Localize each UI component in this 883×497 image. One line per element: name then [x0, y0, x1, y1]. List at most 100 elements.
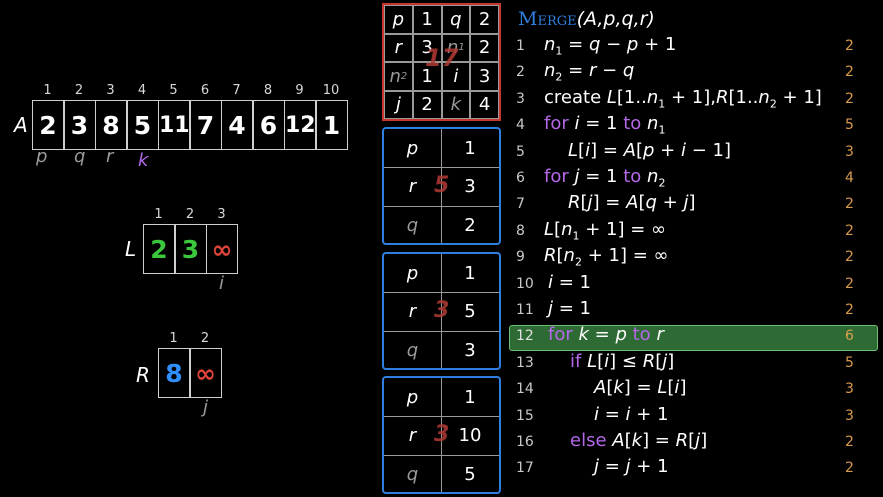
a-cell: 3 — [63, 100, 96, 150]
a-index: 9 — [295, 83, 304, 98]
code-line: 7 R[j] = A[q + j] 2 — [514, 191, 883, 217]
pointer-i: i — [219, 273, 225, 294]
line-number: 15 — [516, 407, 534, 424]
line-cost: 6 — [845, 328, 854, 345]
code-text: for k = p to r — [548, 324, 664, 346]
code-text: L[n1 + 1] = ∞ — [544, 218, 667, 243]
line-number: 11 — [516, 302, 534, 318]
a-index: 10 — [322, 83, 340, 98]
line-number: 16 — [516, 434, 534, 450]
code-line: 11 j = 1 2 — [514, 297, 883, 323]
code-line: 10 i = 1 2 — [514, 271, 883, 297]
code-line: 5 L[i] = A[p + i − 1] 3 — [514, 139, 883, 165]
r-index: 2 — [200, 331, 210, 346]
frame-var-name: q — [406, 214, 419, 236]
frame-var-name: p — [406, 262, 419, 284]
l-index: 2 — [185, 207, 195, 222]
frame-return-scribble: 3 — [434, 422, 450, 447]
frame-row: p1 — [384, 254, 499, 292]
code-text: n1 = q − p + 1 — [544, 34, 677, 58]
code-line: 3 create L[1..n1 + 1],R[1..n2 + 1] 2 — [514, 86, 883, 112]
frame-var-value: 1 — [464, 386, 476, 408]
pointer-r: r — [106, 146, 114, 167]
a-cell: 6 — [252, 100, 285, 150]
line-number: 5 — [516, 143, 525, 160]
stack-frame: p1r3q25 — [382, 127, 501, 245]
procedure-args: (A,p,q,r) — [576, 8, 655, 30]
code-text: R[n2 + 1] = ∞ — [544, 245, 669, 269]
line-number: 12 — [516, 328, 534, 345]
l-index: 3 — [217, 207, 226, 222]
code-text: for j = 1 to n2 — [544, 166, 666, 190]
a-index: 3 — [106, 83, 115, 98]
code-text: R[j] = A[q + j] — [568, 192, 696, 214]
frame-var-name: r — [408, 301, 417, 322]
code-line: 9 R[n2 + 1] = ∞ 2 — [514, 244, 883, 270]
code-line: 13 if L[i] ≤ R[j] 5 — [514, 350, 883, 376]
line-number: 14 — [516, 381, 534, 398]
a-index: 7 — [232, 83, 241, 98]
stack-frame: p 1 r 10 q 5 3 — [382, 376, 501, 494]
frame-var-value: 10 — [458, 425, 482, 446]
line-cost: 2 — [845, 196, 854, 213]
l-cell: ∞ — [206, 224, 238, 274]
line-number: 9 — [516, 249, 525, 266]
a-cell: 8 — [95, 100, 127, 150]
code-text: create L[1..n1 + 1],R[1..n2 + 1] — [544, 86, 822, 111]
frame-var-name: p — [406, 386, 419, 408]
frame-var-value: 1 — [464, 262, 476, 284]
frame-row: p1 — [384, 378, 499, 416]
frame-row: p1 — [384, 129, 499, 167]
cell-n1-value: 2 — [470, 33, 499, 62]
line-cost: 2 — [845, 275, 854, 292]
frame-var-value: 5 — [464, 301, 476, 322]
frame-var-value: 1 — [464, 137, 476, 159]
code-text: n2 = r − q — [544, 60, 635, 84]
l-cell: 3 — [174, 224, 207, 274]
array-l-name: L — [125, 237, 137, 261]
r-index: 1 — [169, 331, 178, 346]
cell-n2-label: n2 — [384, 62, 413, 91]
code-text: i = i + 1 — [594, 403, 669, 425]
code-text: j = j + 1 — [594, 456, 669, 478]
a-index: 2 — [74, 83, 84, 98]
code-line: 14 A[k] = L[i] 3 — [514, 376, 883, 402]
frame-var-name: p — [406, 137, 419, 159]
a-cell: 2 — [32, 100, 64, 150]
code-line: 15 i = i + 1 3 — [514, 403, 883, 429]
code-line: 16 else A[k] = R[j] 2 — [514, 429, 883, 455]
a-index: 4 — [137, 83, 147, 98]
cell-k-value: 4 — [470, 90, 499, 119]
line-cost: 2 — [845, 434, 854, 450]
line-cost: 2 — [845, 38, 854, 54]
line-cost: 2 — [845, 64, 854, 81]
code-text: else A[k] = R[j] — [570, 430, 708, 451]
cell-r-label: r — [384, 33, 413, 62]
line-cost: 5 — [845, 354, 854, 371]
line-number: 10 — [516, 275, 534, 292]
line-number: 2 — [516, 64, 525, 81]
cell-i-value: 3 — [470, 62, 499, 91]
a-index: 6 — [200, 83, 210, 98]
a-cell: 7 — [189, 100, 222, 150]
code-line: 12 for k = p to r 6 — [514, 323, 883, 349]
code-line: 6 for j = 1 to n2 4 — [514, 165, 883, 191]
a-cell: 11 — [158, 100, 190, 150]
line-number: 7 — [516, 196, 525, 213]
line-cost: 5 — [845, 117, 854, 134]
frame-var-name: q — [406, 463, 419, 485]
a-cell: 4 — [221, 100, 253, 150]
code-line: 8 L[n1 + 1] = ∞ 2 — [514, 218, 883, 244]
code-text: A[k] = L[i] — [594, 377, 687, 399]
l-cell: 2 — [143, 224, 175, 274]
line-number: 6 — [516, 170, 525, 186]
pointer-j: j — [203, 397, 209, 418]
a-cell: 1 — [315, 100, 348, 150]
frame-row: q2 — [384, 206, 499, 244]
a-cell: 5 — [126, 100, 159, 150]
line-cost: 3 — [845, 143, 854, 160]
line-number: 17 — [516, 460, 534, 477]
cell-q-value: 2 — [470, 5, 499, 34]
code-text: for i = 1 to n1 — [544, 113, 666, 137]
code-line: 17 j = j + 1 2 — [514, 455, 883, 481]
